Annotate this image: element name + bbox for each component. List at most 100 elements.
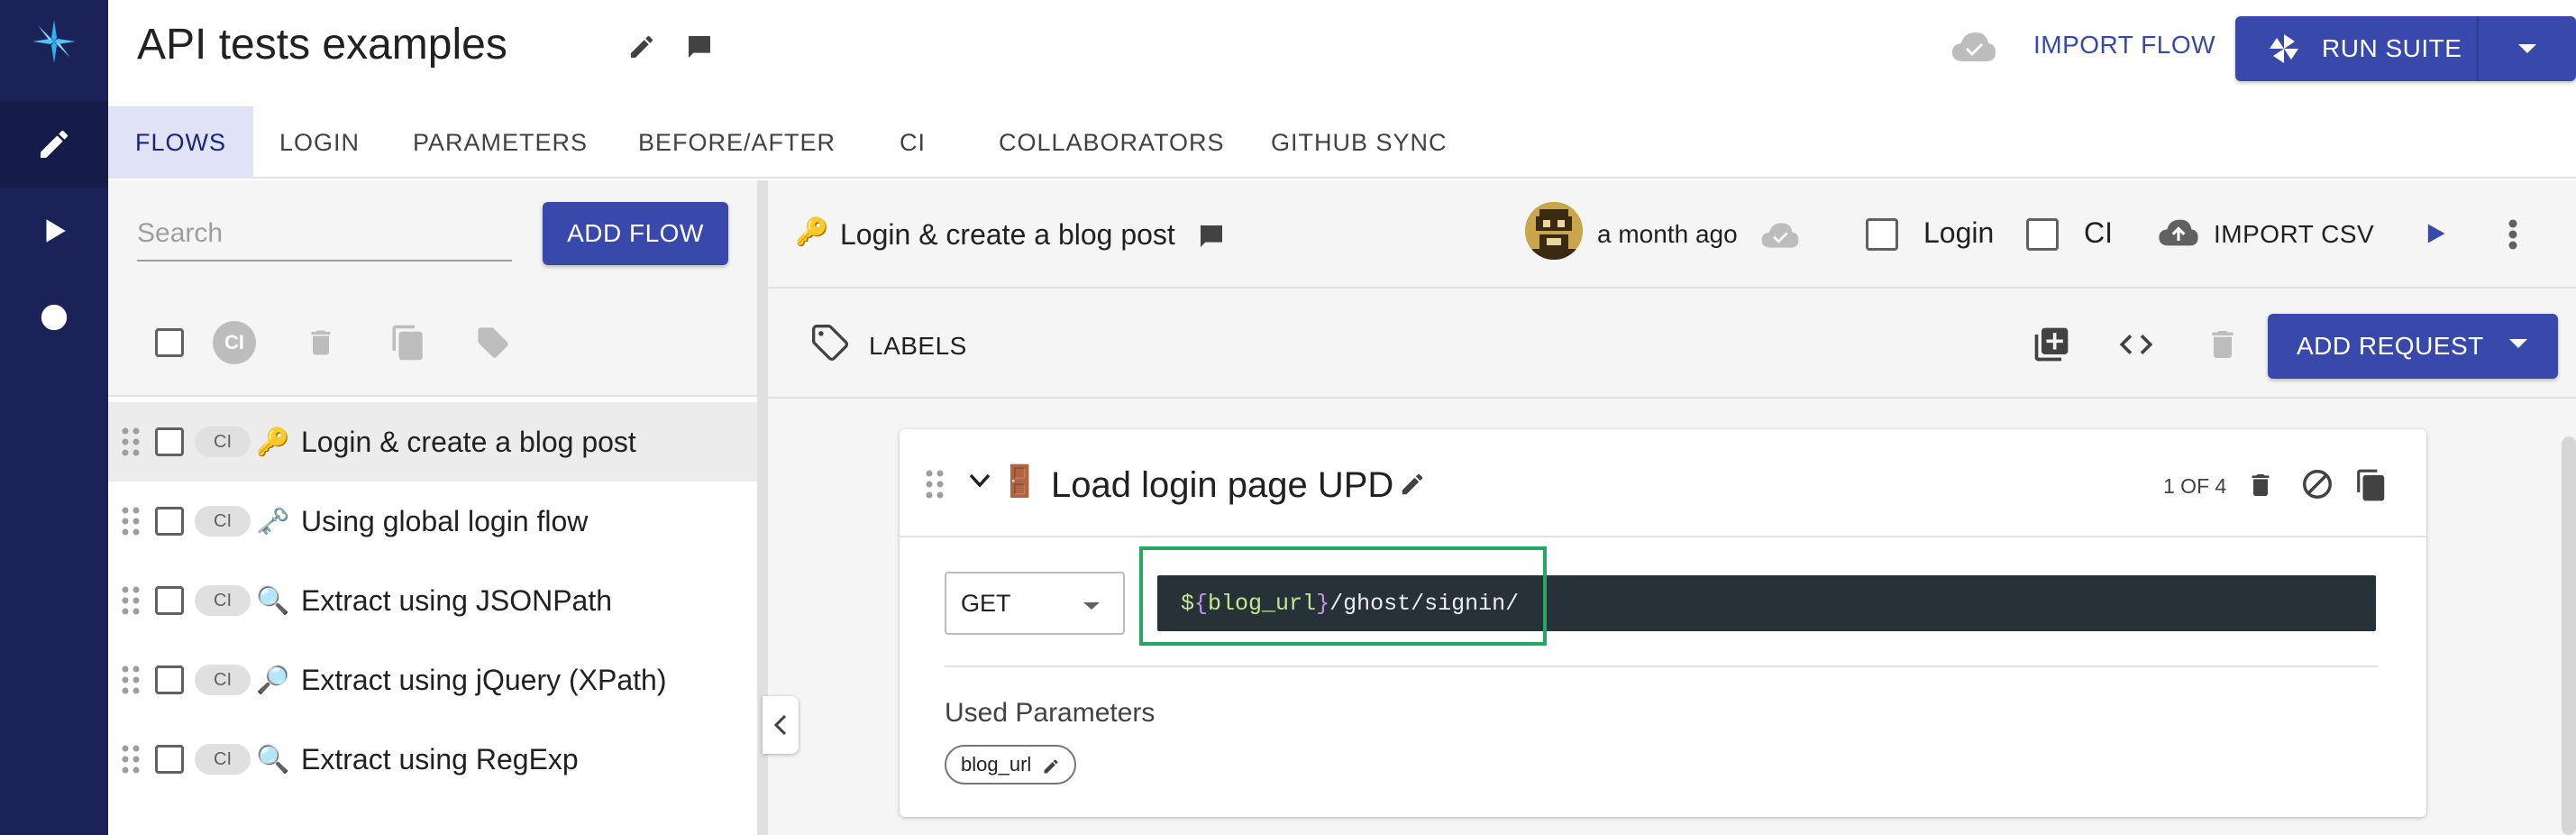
edit-title-icon[interactable] xyxy=(627,32,656,61)
caret-down-icon xyxy=(2518,44,2536,53)
request-card: 🚪 Load login page UPD 1 OF 4 GET ${blog_… xyxy=(900,429,2426,817)
http-method-value: GET xyxy=(961,589,1011,617)
run-suite-dropdown[interactable] xyxy=(2479,42,2576,55)
duplicate-request-icon[interactable] xyxy=(2354,467,2389,503)
drag-handle-icon[interactable] xyxy=(121,585,141,616)
http-method-select[interactable]: GET xyxy=(945,572,1125,635)
bulk-label-icon[interactable] xyxy=(472,325,514,361)
delete-request-icon[interactable] xyxy=(2246,469,2275,501)
used-parameters-heading: Used Parameters xyxy=(945,698,1156,728)
edit-request-title-icon[interactable] xyxy=(1399,471,1426,498)
cloud-sync-icon xyxy=(1950,29,1997,69)
flow-title: Login & create a blog post xyxy=(840,218,1175,251)
login-checkbox-label: Login xyxy=(1923,216,1995,249)
drag-handle-icon[interactable] xyxy=(925,469,945,500)
labels-button[interactable]: LABELS xyxy=(869,332,967,361)
add-box-icon[interactable] xyxy=(2032,325,2071,364)
drag-handle-icon[interactable] xyxy=(121,427,141,457)
flow-checkbox[interactable] xyxy=(155,745,184,774)
flow-item[interactable]: CI 🔑 Login & create a blog post xyxy=(108,402,757,482)
tab-before-after[interactable]: BEFORE/AFTER xyxy=(638,106,836,179)
drag-handle-icon[interactable] xyxy=(121,744,141,775)
disable-request-icon[interactable] xyxy=(2300,467,2334,501)
avatar[interactable] xyxy=(1525,202,1583,260)
drag-handle-icon[interactable] xyxy=(121,506,141,537)
login-checkbox[interactable] xyxy=(1866,218,1898,251)
comment-icon[interactable] xyxy=(1197,222,1226,251)
flow-checkbox[interactable] xyxy=(155,586,184,615)
add-request-button[interactable]: ADD REQUEST xyxy=(2268,314,2558,379)
flow-item[interactable]: CI 🔍 Extract using JSONPath xyxy=(108,561,757,640)
key-icon: 🔑 xyxy=(795,217,829,247)
comment-icon[interactable] xyxy=(685,32,714,61)
rail-run-button[interactable] xyxy=(0,188,108,274)
import-flow-button[interactable]: IMPORT FLOW xyxy=(2033,31,2215,60)
flow-item[interactable]: CI 🔍 Extract using RegExp xyxy=(108,720,757,799)
drag-handle-icon[interactable] xyxy=(121,665,141,695)
flow-checkbox[interactable] xyxy=(155,507,184,536)
label-outline-icon[interactable] xyxy=(809,323,851,362)
project-title: API tests examples xyxy=(137,21,507,69)
chevron-down-icon[interactable] xyxy=(968,473,991,489)
url-highlight-box xyxy=(1139,546,1547,646)
tab-parameters[interactable]: PARAMETERS xyxy=(413,106,588,179)
caret-down-icon xyxy=(2509,339,2527,348)
parameter-chip-label: blog_url xyxy=(961,753,1032,775)
select-all-checkbox[interactable] xyxy=(155,328,184,357)
tab-github-sync[interactable]: GITHUB SYNC xyxy=(1271,106,1448,179)
magnifier-right-icon: 🔎 xyxy=(256,665,290,695)
chevron-left-icon xyxy=(773,714,787,736)
flows-panel: ADD FLOW CI CI 🔑 Login & create a blog p… xyxy=(108,180,757,835)
flow-header: 🔑 Login & create a blog post a month ago xyxy=(768,180,2576,289)
rail-record-button[interactable] xyxy=(0,274,108,361)
request-position: 1 OF 4 xyxy=(2163,474,2227,498)
flow-item[interactable]: CI 🗝️ Using global login flow xyxy=(108,482,757,561)
flow-checkbox[interactable] xyxy=(155,427,184,456)
app-logo-icon[interactable] xyxy=(22,16,87,67)
ci-badge[interactable]: CI xyxy=(195,427,251,457)
pencil-icon xyxy=(41,130,69,158)
flow-checkbox[interactable] xyxy=(155,665,184,694)
bulk-ci-button[interactable]: CI xyxy=(213,321,256,364)
top-header: API tests examples IMPORT FLOW RUN SUITE xyxy=(108,0,2576,105)
ci-badge[interactable]: CI xyxy=(195,585,251,616)
parameter-chip[interactable]: blog_url xyxy=(945,745,1077,785)
caret-down-icon xyxy=(1083,602,1100,610)
add-flow-button[interactable]: ADD FLOW xyxy=(543,202,728,265)
old-key-icon: 🗝️ xyxy=(256,506,290,537)
run-suite-label: RUN SUITE xyxy=(2322,34,2462,62)
flow-label: Using global login flow xyxy=(301,504,589,537)
search-input[interactable] xyxy=(137,207,512,262)
delete-sweep-icon[interactable] xyxy=(2205,325,2241,364)
circle-icon xyxy=(41,304,68,331)
more-vert-icon[interactable] xyxy=(2507,218,2518,251)
flow-item[interactable]: CI 🔎 Extract using jQuery (XPath) xyxy=(108,640,757,720)
run-flow-icon[interactable] xyxy=(2423,220,2448,247)
rail-edit-button[interactable] xyxy=(0,101,108,188)
run-suite-button[interactable]: RUN SUITE xyxy=(2235,16,2576,81)
ci-checkbox[interactable] xyxy=(2026,218,2059,251)
ci-badge[interactable]: CI xyxy=(195,744,251,775)
labels-bar: LABELS ADD REQUEST xyxy=(768,290,2576,399)
ci-checkbox-label: CI xyxy=(2084,216,2113,249)
bulk-copy-icon[interactable] xyxy=(389,323,427,362)
scrollbar[interactable] xyxy=(2562,436,2576,835)
code-icon[interactable] xyxy=(2116,325,2156,364)
bulk-delete-icon[interactable] xyxy=(305,325,337,361)
flow-label: Extract using RegExp xyxy=(301,742,579,775)
tab-login[interactable]: LOGIN xyxy=(279,106,360,179)
collapse-panel-button[interactable] xyxy=(763,696,799,754)
tab-ci[interactable]: CI xyxy=(900,106,926,179)
tab-flows[interactable]: FLOWS xyxy=(108,106,254,179)
edit-parameter-icon[interactable] xyxy=(1042,757,1060,775)
magnifier-icon: 🔍 xyxy=(256,585,290,616)
ci-badge[interactable]: CI xyxy=(195,506,251,537)
key-icon: 🔑 xyxy=(256,427,290,457)
import-csv-button[interactable]: IMPORT CSV xyxy=(2214,220,2374,249)
magnifier-icon: 🔍 xyxy=(256,744,290,775)
request-title: Load login page UPD xyxy=(1051,465,1394,505)
cloud-upload-icon[interactable] xyxy=(2156,216,2201,249)
ci-badge[interactable]: CI xyxy=(195,665,251,695)
tab-collaborators[interactable]: COLLABORATORS xyxy=(999,106,1225,179)
request-card-header[interactable]: 🚪 Load login page UPD 1 OF 4 xyxy=(900,429,2426,537)
